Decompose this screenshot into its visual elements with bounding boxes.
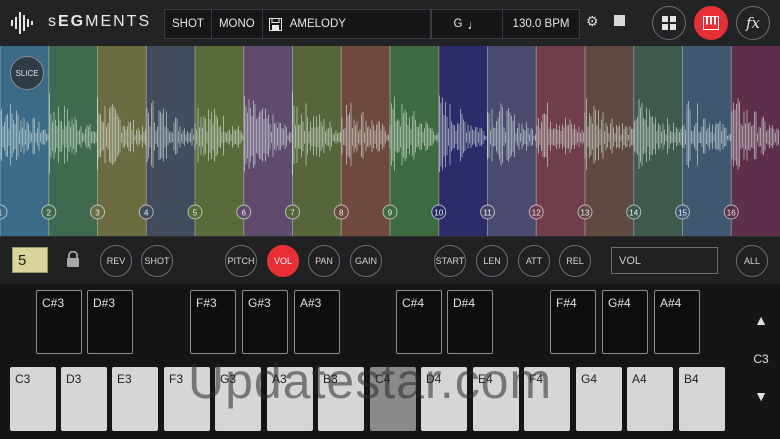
slice-marker-label: 11 xyxy=(483,209,492,218)
piano-key-g-sharp-3[interactable]: G#3 xyxy=(242,290,288,354)
parameter-display[interactable]: VOL xyxy=(611,247,718,274)
fx-icon: fx xyxy=(745,14,760,32)
piano-key-f-sharp-3[interactable]: F#3 xyxy=(190,290,236,354)
slice-number-field[interactable]: 5 xyxy=(12,247,48,273)
keyboard-icon xyxy=(703,16,719,30)
piano-key-c-sharp-4[interactable]: C#4 xyxy=(396,290,442,354)
slice-marker-label: 9 xyxy=(388,209,393,218)
waveform-display[interactable]: 12345678910111213141516 xyxy=(0,46,780,236)
grid-view-button[interactable] xyxy=(652,6,686,40)
play-mode-button[interactable]: SHOT xyxy=(165,10,212,38)
tempo-display[interactable]: 130.0 BPM xyxy=(503,10,579,38)
piano-key-g4[interactable]: G4 xyxy=(576,367,622,431)
voice-mode-button[interactable]: MONO xyxy=(212,10,263,38)
slice-marker-label: 15 xyxy=(678,209,687,218)
fx-button[interactable]: fx xyxy=(736,6,770,40)
piano-key-f3[interactable]: F3 xyxy=(164,367,210,431)
piano-key-g3[interactable]: G3 xyxy=(215,367,261,431)
piano-key-c3[interactable]: C3 xyxy=(10,367,56,431)
settings-icon[interactable]: ⚙ xyxy=(586,14,600,28)
pitch-button[interactable]: PITCH xyxy=(225,245,257,277)
slice-marker-label: 4 xyxy=(144,209,149,218)
save-icon[interactable] xyxy=(268,17,282,31)
slice-marker-label: 8 xyxy=(339,209,344,218)
preset-bar: SHOT MONO AMELODY G ♩ 130.0 BPM xyxy=(164,9,580,39)
keyboard-view-button[interactable] xyxy=(694,6,728,40)
piano-key-g-sharp-4[interactable]: G#4 xyxy=(602,290,648,354)
slice-marker-label: 16 xyxy=(727,209,736,218)
shot-button[interactable]: SHOT xyxy=(141,245,173,277)
slice-marker-label: 12 xyxy=(532,209,541,218)
piano-key-a4[interactable]: A4 xyxy=(627,367,673,431)
waveform-panel[interactable]: 12345678910111213141516 SLICE xyxy=(0,46,780,236)
piano-key-c4[interactable]: C4 xyxy=(370,367,416,431)
piano-key-a3[interactable]: A3 xyxy=(267,367,313,431)
slice-controls: 5 REV SHOT PITCH VOL PAN GAIN START LEN … xyxy=(0,236,780,285)
top-bar: sEGMENTS SHOT MONO AMELODY G ♩ 130.0 BPM… xyxy=(0,0,780,46)
slice-marker-label: 7 xyxy=(290,209,295,218)
rev-button[interactable]: REV xyxy=(100,245,132,277)
slice-marker-label: 2 xyxy=(47,209,52,218)
grid-icon xyxy=(662,16,676,30)
chevron-down-icon: ▼ xyxy=(754,388,768,404)
len-button[interactable]: LEN xyxy=(476,245,508,277)
piano-keyboard: C3 D3 E3 F3 G3 A3 B3 C4 D4 E4 F4 G4 A4 B… xyxy=(0,284,780,439)
chevron-up-icon: ▲ xyxy=(754,312,768,328)
piano-key-b4[interactable]: B4 xyxy=(679,367,725,431)
stop-icon[interactable] xyxy=(614,15,625,26)
lock-icon[interactable] xyxy=(66,251,80,267)
piano-key-d4[interactable]: D4 xyxy=(421,367,467,431)
piano-key-d-sharp-4[interactable]: D#4 xyxy=(447,290,493,354)
key-selector[interactable]: G ♩ xyxy=(431,10,503,38)
slice-marker-label: 13 xyxy=(581,209,590,218)
piano-key-a-sharp-4[interactable]: A#4 xyxy=(654,290,700,354)
app-title: sEGMENTS xyxy=(48,13,152,30)
piano-key-e3[interactable]: E3 xyxy=(112,367,158,431)
piano-key-f-sharp-4[interactable]: F#4 xyxy=(550,290,596,354)
octave-down-button[interactable]: ▼ xyxy=(748,388,774,408)
gain-button[interactable]: GAIN xyxy=(350,245,382,277)
piano-key-b3[interactable]: B3 xyxy=(318,367,364,431)
note-icon: ♩ xyxy=(467,16,481,32)
piano-key-d3[interactable]: D3 xyxy=(61,367,107,431)
att-button[interactable]: ATT xyxy=(518,245,550,277)
slice-marker-label: 6 xyxy=(242,209,247,218)
slice-marker-label: 14 xyxy=(629,209,638,218)
preset-selector[interactable]: AMELODY xyxy=(263,10,431,38)
slice-marker-label: 5 xyxy=(193,209,198,218)
slice-button[interactable]: SLICE xyxy=(10,56,44,90)
all-button[interactable]: ALL xyxy=(736,245,768,277)
logo-icon xyxy=(11,12,33,34)
piano-key-a-sharp-3[interactable]: A#3 xyxy=(294,290,340,354)
piano-key-d-sharp-3[interactable]: D#3 xyxy=(87,290,133,354)
slice-marker-label: 10 xyxy=(434,209,443,218)
preset-name: AMELODY xyxy=(289,18,346,30)
octave-label: C3 xyxy=(753,352,769,366)
slice-marker-label: 3 xyxy=(95,209,100,218)
vol-button[interactable]: VOL xyxy=(267,245,299,277)
start-button[interactable]: START xyxy=(434,245,466,277)
piano-key-c-sharp-3[interactable]: C#3 xyxy=(36,290,82,354)
rel-button[interactable]: REL xyxy=(559,245,591,277)
octave-up-button[interactable]: ▲ xyxy=(748,312,774,332)
piano-key-e4[interactable]: E4 xyxy=(473,367,519,431)
piano-key-f4[interactable]: F4 xyxy=(524,367,570,431)
pan-button[interactable]: PAN xyxy=(308,245,340,277)
